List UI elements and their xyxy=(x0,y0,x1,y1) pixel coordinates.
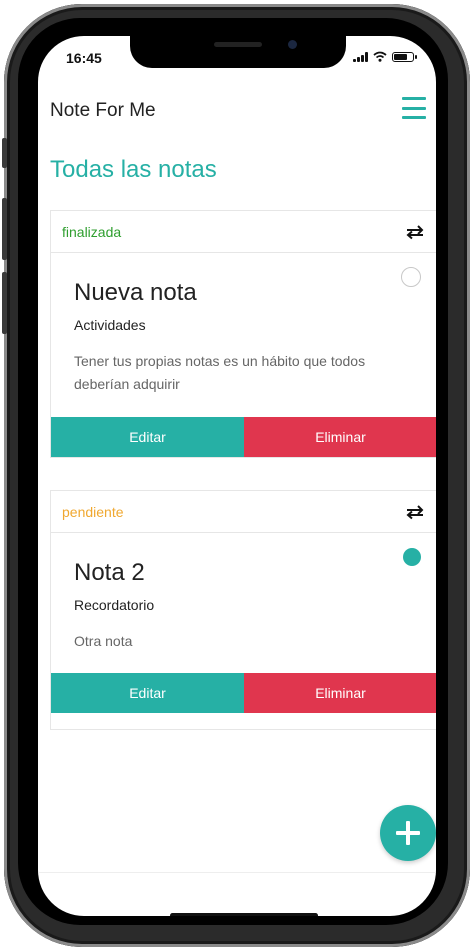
swap-arrows-icon[interactable] xyxy=(405,223,425,241)
note-card: pendiente Nota 2 Recordatorio Otra nota … xyxy=(50,490,436,730)
phone-side-button xyxy=(2,198,7,260)
delete-button[interactable]: Eliminar xyxy=(244,673,436,713)
hamburger-menu-icon[interactable] xyxy=(402,96,426,120)
signal-icon xyxy=(353,51,368,62)
battery-icon xyxy=(392,51,417,62)
camera xyxy=(288,40,297,49)
notch xyxy=(130,36,346,68)
battery-level xyxy=(394,53,407,60)
phone-side-button xyxy=(2,272,7,334)
note-text: Tener tus propias notas es un hábito que… xyxy=(74,353,366,392)
wifi-icon xyxy=(373,51,387,62)
page-title: Todas las notas xyxy=(50,156,217,183)
app-title: Note For Me xyxy=(50,100,156,121)
status-icons xyxy=(353,51,417,62)
note-card-header: finalizada xyxy=(51,211,436,253)
note-category: Actividades xyxy=(74,317,146,333)
note-actions: Editar Eliminar xyxy=(51,417,436,457)
edit-button[interactable]: Editar xyxy=(51,417,244,457)
bottom-divider xyxy=(38,872,436,873)
note-status-label: pendiente xyxy=(62,504,124,520)
complete-toggle[interactable] xyxy=(403,548,421,566)
note-title: Nueva nota xyxy=(74,279,197,306)
note-text: Otra nota xyxy=(74,633,133,649)
home-indicator xyxy=(170,913,318,916)
swap-arrows-icon[interactable] xyxy=(405,503,425,521)
note-card: finalizada Nueva nota Actividades Tener … xyxy=(50,210,436,458)
phone-side-button xyxy=(2,138,7,168)
add-note-button[interactable] xyxy=(380,805,436,861)
delete-button[interactable]: Eliminar xyxy=(244,417,436,457)
app-screen: 16:45 Note For Me Todas las notas finali… xyxy=(38,36,436,916)
speaker xyxy=(214,42,262,47)
edit-button[interactable]: Editar xyxy=(51,673,244,713)
note-card-header: pendiente xyxy=(51,491,436,533)
note-status-label: finalizada xyxy=(62,224,122,240)
note-category: Recordatorio xyxy=(74,597,155,613)
note-title: Nota 2 xyxy=(74,559,145,586)
complete-toggle[interactable] xyxy=(401,267,421,287)
note-actions: Editar Eliminar xyxy=(51,673,436,713)
status-time: 16:45 xyxy=(66,50,102,66)
